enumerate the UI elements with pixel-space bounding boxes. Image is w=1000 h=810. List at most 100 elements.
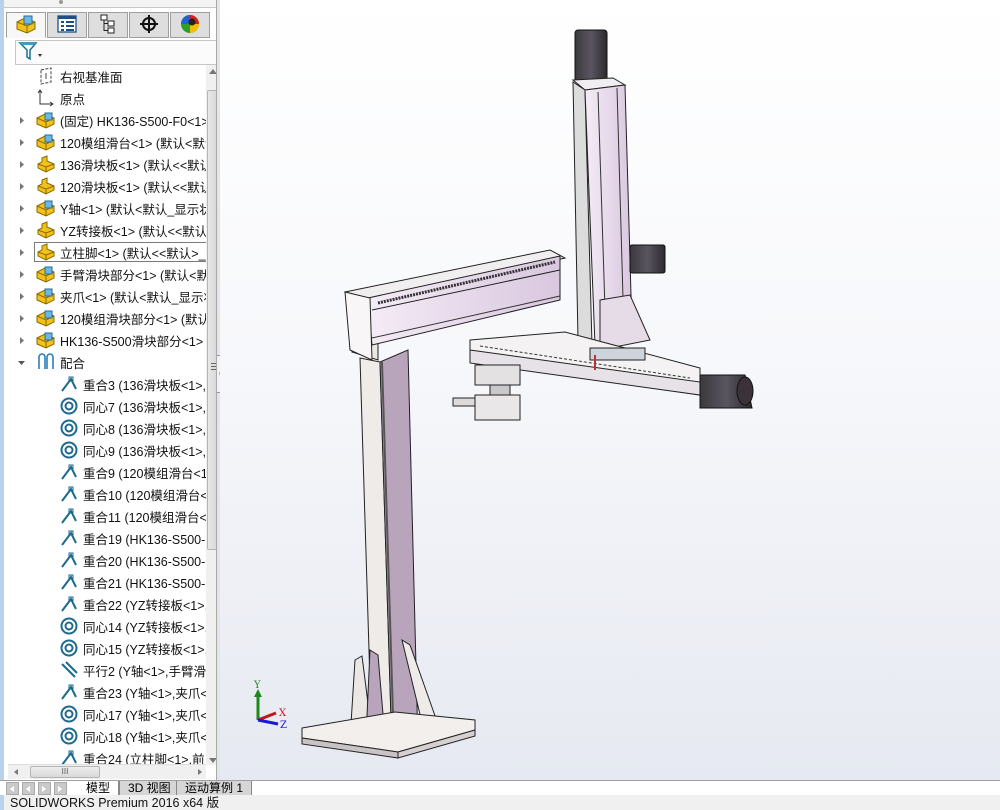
tree-item[interactable]: 同心9 (136滑块板<1>, xyxy=(4,439,207,461)
expand-arrow-icon[interactable] xyxy=(16,285,26,307)
tree-item[interactable]: 120模组滑台<1> (默认<默认 xyxy=(4,131,207,153)
tree-item[interactable]: 平行2 (Y轴<1>,手臂滑 xyxy=(4,659,207,681)
status-bar: SOLIDWORKS Premium 2016 x64 版 xyxy=(0,795,1000,810)
tree-item-label: 同心9 (136滑块板<1>, xyxy=(83,444,206,459)
tree-item[interactable]: HK136-S500滑块部分<1> xyxy=(4,329,207,351)
tree-item[interactable]: 重合24 (立柱脚<1>,前 xyxy=(4,747,207,765)
tree-item[interactable]: 配合 xyxy=(4,351,207,373)
expand-arrow-icon[interactable] xyxy=(16,109,26,131)
tree-item[interactable]: 120滑块板<1> (默认<<默认 xyxy=(4,175,207,197)
tree-item[interactable]: 重合23 (Y轴<1>,夹爪< xyxy=(4,681,207,703)
expand-arrow-icon[interactable] xyxy=(16,197,26,219)
tree-item-label: 右视基准面 xyxy=(60,70,123,85)
tab-nav-prev-button[interactable] xyxy=(22,782,35,795)
tree-item[interactable]: 立柱脚<1> (默认<<默认>_ xyxy=(4,241,207,263)
expand-arrow-icon[interactable] xyxy=(16,175,26,197)
tree-item[interactable]: 120模组滑块部分<1> (默认 xyxy=(4,307,207,329)
tree-item[interactable]: 重合10 (120模组滑台< xyxy=(4,483,207,505)
tree-item-label: 重合9 (120模组滑台<1 xyxy=(83,466,207,481)
tab-property-manager[interactable] xyxy=(47,12,87,38)
tree-horizontal-scrollbar[interactable]: III xyxy=(8,764,206,779)
expand-arrow-icon[interactable] xyxy=(16,329,26,351)
tree-item[interactable]: 同心17 (Y轴<1>,夹爪< xyxy=(4,703,207,725)
feature-manager-tree-icon xyxy=(15,14,37,37)
triad-x-label: X xyxy=(279,708,287,719)
tree-item[interactable]: 同心14 (YZ转接板<1>, xyxy=(4,615,207,637)
tree-item[interactable]: 夹爪<1> (默认<默认_显示状 xyxy=(4,285,207,307)
expand-arrow-icon[interactable] xyxy=(16,263,26,285)
tree-filter[interactable] xyxy=(15,40,218,65)
tree-item[interactable]: 重合9 (120模组滑台<1 xyxy=(4,461,207,483)
tree-item[interactable]: 同心7 (136滑块板<1>, xyxy=(4,395,207,417)
tree-item[interactable]: 同心8 (136滑块板<1>, xyxy=(4,417,207,439)
tab-model[interactable]: 模型 xyxy=(78,781,120,796)
tree-item[interactable]: 同心18 (Y轴<1>,夹爪< xyxy=(4,725,207,747)
tree-item[interactable]: 重合22 (YZ转接板<1>, xyxy=(4,593,207,615)
scroll-left-arrow-icon[interactable] xyxy=(14,769,18,775)
subassembly-icon xyxy=(36,110,56,130)
tree-item-label: 同心8 (136滑块板<1>, xyxy=(83,422,206,437)
tree-item[interactable]: Y轴<1> (默认<默认_显示状 xyxy=(4,197,207,219)
tree-item[interactable]: 重合19 (HK136-S500- xyxy=(4,527,207,549)
tab-configuration-manager[interactable] xyxy=(88,12,128,38)
graphics-viewport[interactable]: Y X Z xyxy=(220,0,1000,780)
tab-display-manager[interactable] xyxy=(170,12,210,38)
pane-grip[interactable] xyxy=(59,0,63,4)
filter-funnel-icon xyxy=(18,41,44,64)
subassembly-icon xyxy=(36,308,56,328)
concentric-mate-icon xyxy=(59,440,79,460)
feature-manager-pane: 右视基准面原点 (固定) HK136-S500-F0<1> 120模组滑台<1> (… xyxy=(0,0,220,780)
tree-item[interactable]: YZ转接板<1> (默认<<默认 xyxy=(4,219,207,241)
tab-nav-first-button[interactable] xyxy=(6,782,19,795)
gripper[interactable] xyxy=(452,364,521,421)
subassembly-icon xyxy=(36,198,56,218)
expand-arrow-icon[interactable] xyxy=(16,307,26,329)
tree-item-label: 重合24 (立柱脚<1>,前 xyxy=(83,752,205,766)
tree-item-label: 同心7 (136滑块板<1>, xyxy=(83,400,206,415)
tab-feature-manager[interactable] xyxy=(6,12,46,38)
coincident-mate-icon xyxy=(59,594,79,614)
tree-item[interactable]: 同心15 (YZ转接板<1>, xyxy=(4,637,207,659)
scroll-right-arrow-icon[interactable] xyxy=(198,769,202,775)
tree-item[interactable]: 右视基准面 xyxy=(4,65,207,87)
tree-item[interactable]: (固定) HK136-S500-F0<1> xyxy=(4,109,207,131)
tab-motion-study-1[interactable]: 运动算例 1 xyxy=(176,781,253,796)
coincident-mate-icon xyxy=(59,374,79,394)
subassembly-icon xyxy=(36,286,56,306)
expand-arrow-icon[interactable] xyxy=(16,131,26,153)
tab-dimxpert-manager[interactable] xyxy=(129,12,169,38)
tree-item-label: 120模组滑块部分<1> (默认 xyxy=(60,312,207,327)
tree-item-label: 重合10 (120模组滑台< xyxy=(83,488,207,503)
tree-item-label: 重合19 (HK136-S500- xyxy=(83,532,206,547)
tree-item-label: 重合23 (Y轴<1>,夹爪< xyxy=(83,686,207,701)
triad-z-label: Z xyxy=(280,720,287,731)
coincident-mate-icon xyxy=(59,484,79,504)
tree-item[interactable]: 手臂滑块部分<1> (默认<默 xyxy=(4,263,207,285)
part-icon xyxy=(36,154,56,174)
subassembly-icon xyxy=(36,330,56,350)
tab-nav-next-button[interactable] xyxy=(38,782,51,795)
tab-nav-last-button[interactable] xyxy=(54,782,67,795)
tab-3d-view[interactable]: 3D 视图 xyxy=(119,781,180,796)
horizontal-scroll-thumb[interactable]: III xyxy=(30,766,100,778)
expanded-arrow-icon[interactable] xyxy=(16,351,26,373)
tree-item[interactable]: 原点 xyxy=(4,87,207,109)
expand-arrow-icon[interactable] xyxy=(16,241,26,263)
concentric-mate-icon xyxy=(59,704,79,724)
triad-z-axis xyxy=(257,718,279,726)
column-pillar[interactable] xyxy=(301,289,476,759)
parallel-mate-icon xyxy=(59,660,79,680)
expand-arrow-icon[interactable] xyxy=(16,153,26,175)
tree-item[interactable]: 重合20 (HK136-S500- xyxy=(4,549,207,571)
orientation-triad[interactable]: Y X Z xyxy=(253,680,287,731)
tree-item[interactable]: 136滑块板<1> (默认<<默认 xyxy=(4,153,207,175)
coincident-mate-icon xyxy=(59,550,79,570)
tree-item-label: 手臂滑块部分<1> (默认<默 xyxy=(60,268,207,283)
z-axis-module[interactable] xyxy=(571,29,666,351)
tree-item[interactable]: 重合21 (HK136-S500- xyxy=(4,571,207,593)
expand-arrow-icon[interactable] xyxy=(16,219,26,241)
tree-item[interactable]: 重合11 (120模组滑台< xyxy=(4,505,207,527)
gantry-robot-model[interactable]: Y X Z xyxy=(220,0,1000,780)
tree-item[interactable]: 重合3 (136滑块板<1>, xyxy=(4,373,207,395)
coincident-mate-icon xyxy=(59,528,79,548)
